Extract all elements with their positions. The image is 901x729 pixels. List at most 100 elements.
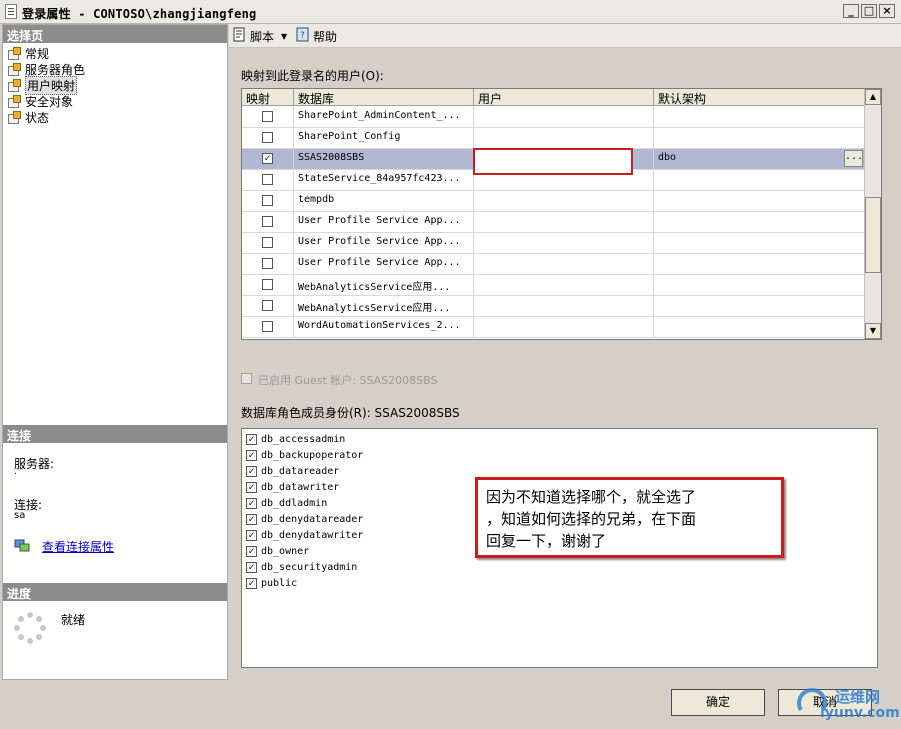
role-checkbox[interactable]: ✓ (246, 465, 257, 477)
user-cell[interactable] (474, 212, 654, 232)
role-checkbox[interactable]: ✓ (246, 497, 257, 509)
schema-cell[interactable] (654, 296, 865, 316)
schema-cell[interactable] (654, 170, 865, 190)
list-item[interactable]: ✓ db_securityadmin (246, 559, 357, 575)
scroll-down-icon[interactable]: ▼ (865, 323, 881, 339)
page-item-general[interactable]: 常规 (7, 45, 49, 61)
database-cell[interactable]: SSAS2008SBS (294, 149, 474, 169)
list-item[interactable]: ✓ db_datawriter (246, 479, 339, 495)
database-cell[interactable]: StateService_84a957fc423... (294, 170, 474, 190)
script-icon (232, 27, 247, 45)
ok-button[interactable]: 确定 (671, 689, 765, 716)
database-cell[interactable]: User Profile Service App... (294, 212, 474, 232)
map-checkbox[interactable] (262, 237, 273, 248)
database-cell[interactable]: WebAnalyticsService应用... (294, 296, 474, 316)
role-checkbox[interactable]: ✓ (246, 529, 257, 541)
page-item-status[interactable]: 状态 (7, 109, 49, 125)
browse-schema-button[interactable]: ... (844, 150, 863, 167)
user-cell[interactable] (474, 191, 654, 211)
user-cell[interactable] (474, 128, 654, 148)
scroll-thumb[interactable] (865, 197, 881, 273)
role-checkbox[interactable]: ✓ (246, 561, 257, 573)
schema-cell[interactable] (654, 275, 865, 295)
schema-cell[interactable] (654, 317, 865, 337)
table-row[interactable]: SharePoint_Config (242, 128, 865, 149)
role-checkbox[interactable]: ✓ (246, 513, 257, 525)
database-cell[interactable]: WordAutomationServices_2... (294, 317, 474, 337)
map-checkbox[interactable] (262, 258, 273, 269)
database-cell[interactable]: WebAnalyticsService应用... (294, 275, 474, 295)
map-checkbox[interactable] (262, 216, 273, 227)
help-button[interactable]: ? 帮助 (296, 27, 337, 45)
role-label: db_denydatareader (261, 513, 364, 525)
table-row[interactable]: User Profile Service App... (242, 233, 865, 254)
column-header-default-schema[interactable]: 默认架构 (654, 89, 865, 106)
map-cell (242, 233, 294, 253)
role-checkbox[interactable]: ✓ (246, 545, 257, 557)
page-item-label: 安全对象 (25, 94, 74, 109)
schema-cell[interactable] (654, 191, 865, 211)
list-item[interactable]: ✓ db_denydatareader (246, 511, 363, 527)
table-row[interactable]: User Profile Service App... (242, 254, 865, 275)
user-cell-highlight (473, 148, 633, 175)
list-item[interactable]: ✓ db_denydatawriter (246, 527, 363, 543)
close-button[interactable]: × (879, 4, 895, 18)
user-mapping-grid[interactable]: 映射 数据库 用户 默认架构 SharePoint_AdminContent_.… (241, 88, 882, 340)
list-item[interactable]: ✓ db_accessadmin (246, 431, 345, 447)
grid-scrollbar[interactable]: ▲ ▼ (864, 89, 881, 339)
table-row[interactable]: WebAnalyticsService应用... (242, 296, 865, 317)
user-cell[interactable] (474, 107, 654, 127)
column-header-map[interactable]: 映射 (242, 89, 294, 106)
schema-cell[interactable]: dbo... (654, 149, 865, 169)
map-checkbox[interactable] (262, 111, 273, 122)
map-checkbox[interactable] (262, 132, 273, 143)
table-row[interactable]: WebAnalyticsService应用... (242, 275, 865, 296)
schema-cell[interactable] (654, 254, 865, 274)
maximize-button[interactable]: □ (861, 4, 877, 18)
role-checkbox[interactable]: ✓ (246, 481, 257, 493)
list-item[interactable]: ✓ db_backupoperator (246, 447, 363, 463)
table-row[interactable]: SharePoint_AdminContent_... (242, 107, 865, 128)
table-row[interactable]: tempdb (242, 191, 865, 212)
user-cell[interactable] (474, 296, 654, 316)
schema-cell[interactable] (654, 233, 865, 253)
database-cell[interactable]: User Profile Service App... (294, 233, 474, 253)
map-checkbox[interactable] (262, 321, 273, 332)
map-cell (242, 254, 294, 274)
annotation-line-3: 回复一下，谢谢了 (486, 532, 607, 550)
map-checkbox[interactable]: ✓ (262, 153, 273, 164)
schema-cell[interactable] (654, 128, 865, 148)
user-cell[interactable] (474, 233, 654, 253)
list-item[interactable]: ✓ db_ddladmin (246, 495, 327, 511)
user-cell[interactable] (474, 317, 654, 337)
list-item[interactable]: ✓ db_owner (246, 543, 309, 559)
table-row[interactable]: WordAutomationServices_2... (242, 317, 865, 338)
role-checkbox[interactable]: ✓ (246, 449, 257, 461)
page-item-securables[interactable]: 安全对象 (7, 93, 73, 109)
database-cell[interactable]: SharePoint_AdminContent_... (294, 107, 474, 127)
column-header-user[interactable]: 用户 (474, 89, 654, 106)
map-checkbox[interactable] (262, 195, 273, 206)
database-cell[interactable]: SharePoint_Config (294, 128, 474, 148)
list-item[interactable]: ✓ public (246, 575, 297, 591)
view-connection-properties-link[interactable]: 查看连接属性 (42, 538, 114, 555)
schema-cell[interactable] (654, 212, 865, 232)
database-cell[interactable]: tempdb (294, 191, 474, 211)
minimize-button[interactable]: _ (843, 4, 859, 18)
role-checkbox[interactable]: ✓ (246, 433, 257, 445)
user-cell[interactable] (474, 275, 654, 295)
guest-checkbox[interactable] (241, 373, 252, 384)
role-checkbox[interactable]: ✓ (246, 577, 257, 589)
table-row[interactable]: User Profile Service App... (242, 212, 865, 233)
map-checkbox[interactable] (262, 300, 273, 311)
scroll-up-icon[interactable]: ▲ (865, 89, 881, 105)
map-checkbox[interactable] (262, 174, 273, 185)
schema-cell[interactable] (654, 107, 865, 127)
database-cell[interactable]: User Profile Service App... (294, 254, 474, 274)
list-item[interactable]: ✓ db_datareader (246, 463, 339, 479)
page-item-user-mapping[interactable]: 用户映射 (7, 75, 78, 95)
column-header-database[interactable]: 数据库 (294, 89, 474, 106)
user-cell[interactable] (474, 254, 654, 274)
map-checkbox[interactable] (262, 279, 273, 290)
script-button[interactable]: 脚本 ▼ (232, 27, 287, 45)
